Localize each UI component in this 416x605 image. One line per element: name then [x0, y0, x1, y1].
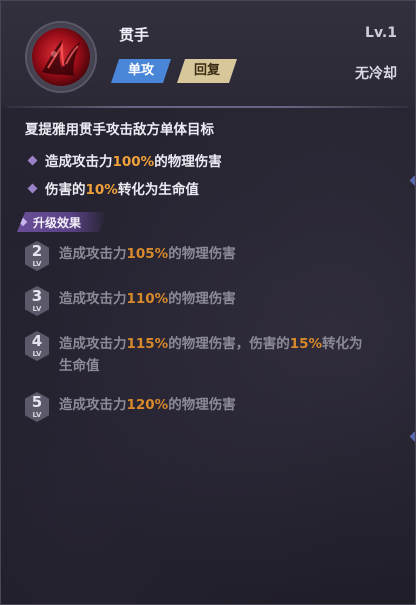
scroll-marker-icon: [409, 175, 415, 186]
tag-heal: 回复: [177, 59, 237, 83]
upgrade-text-part: 造成攻击力: [59, 246, 127, 262]
level-badge: 2 LV: [25, 241, 49, 271]
skill-tooltip-panel: 贯手 Lv.1 单攻 回复 无冷却 夏提雅用贯手攻击敌方单体目标 造成攻击力10…: [0, 0, 416, 605]
upgrade-text-part: 转化为: [322, 336, 363, 352]
upgrade-text-part: 的物理伤害: [168, 246, 236, 262]
upgrade-text-part: 生命值: [59, 358, 100, 374]
effect-row-damage: 造成攻击力100%的物理伤害: [27, 150, 222, 170]
level-label: LV: [32, 305, 42, 313]
level-badge: 5 LV: [25, 392, 49, 422]
skill-level: Lv.1: [365, 25, 397, 41]
header-divider: [7, 106, 409, 108]
upgrade-text-part: 的物理伤害: [168, 397, 236, 413]
level-number: 4: [31, 332, 43, 350]
diamond-icon: [19, 218, 27, 226]
upgrade-effect-text: 造成攻击力120%的物理伤害: [59, 394, 236, 416]
upgrade-percent: 105%: [126, 246, 169, 262]
upgrade-percent: 15%: [289, 336, 323, 352]
level-label: LV: [32, 350, 42, 358]
level-number: 2: [31, 242, 43, 260]
cooldown-label: 无冷却: [355, 66, 397, 82]
upgrade-effect-text: 造成攻击力115%的物理伤害，伤害的15%转化为生命值: [59, 333, 363, 377]
upgrade-percent: 110%: [126, 291, 169, 307]
upgrade-effects-header: 升级效果: [17, 212, 107, 232]
damage-percent: 100%: [112, 154, 155, 170]
upgrade-effect-text: 造成攻击力110%的物理伤害: [59, 288, 236, 310]
upgrade-text-part: 的物理伤害，伤害的: [168, 336, 290, 352]
upgrade-text-part: 的物理伤害: [168, 291, 236, 307]
skill-description: 夏提雅用贯手攻击敌方单体目标: [25, 122, 214, 138]
upgrade-text-part: 造成攻击力: [59, 336, 127, 352]
upgrade-percent: 115%: [126, 336, 169, 352]
red-claw-icon: [32, 28, 90, 86]
diamond-bullet-icon: [27, 183, 38, 194]
tag-single-attack: 单攻: [111, 59, 171, 83]
level-label: LV: [32, 260, 42, 268]
level-badge: 4 LV: [25, 331, 49, 361]
level-number: 5: [31, 393, 43, 411]
lifesteal-percent: 10%: [85, 182, 118, 198]
level-label: LV: [32, 411, 42, 419]
upgrade-text-part: 造成攻击力: [59, 291, 127, 307]
level-badge: 3 LV: [25, 286, 49, 316]
scroll-marker-icon: [409, 431, 415, 442]
effect-row-lifesteal: 伤害的10%转化为生命值: [27, 178, 199, 198]
level-number: 3: [31, 287, 43, 305]
diamond-bullet-icon: [27, 155, 38, 166]
upgrade-text-part: 造成攻击力: [59, 397, 127, 413]
upgrade-effect-text: 造成攻击力105%的物理伤害: [59, 243, 236, 265]
skill-name: 贯手: [119, 26, 150, 44]
upgrade-percent: 120%: [126, 397, 169, 413]
